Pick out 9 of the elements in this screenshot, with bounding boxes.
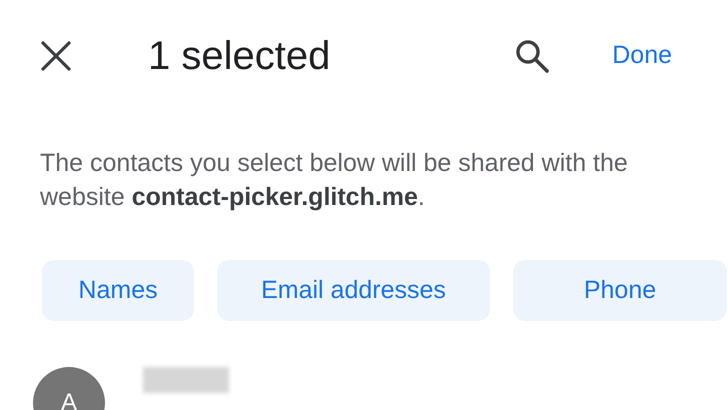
header-title: 1 selected [148, 33, 330, 80]
close-icon [41, 41, 71, 71]
search-icon [514, 38, 550, 74]
sharing-notice: The contacts you select below will be shared with the website contact-picker.glitch.me. [40, 148, 629, 213]
filter-chip[interactable]: Phone [513, 260, 727, 321]
done-button[interactable]: Done [612, 37, 672, 75]
filter-chip[interactable]: Email addresses [217, 260, 490, 321]
filter-chip[interactable]: Names [42, 260, 194, 321]
contact-avatar: A [33, 367, 105, 410]
